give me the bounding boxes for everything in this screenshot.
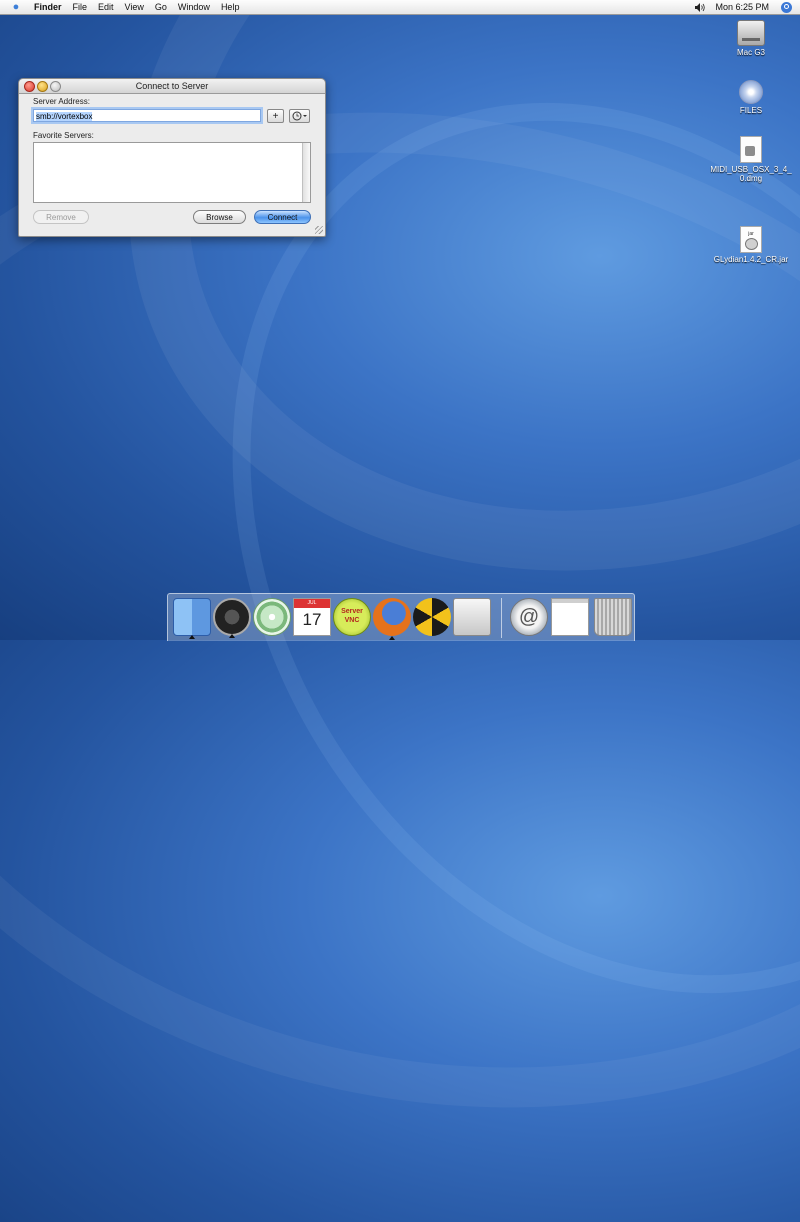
menu-app-name[interactable]: Finder [34,0,62,14]
system-preferences-icon[interactable] [453,598,491,636]
remove-button[interactable]: Remove [33,210,89,224]
radiation-app-icon[interactable] [413,598,451,636]
hard-drive-icon [737,20,765,46]
server-address-label: Server Address: [33,97,90,106]
desktop-icon-mac-g3[interactable]: Mac G3 [706,20,796,57]
desktop-icon-glydian-jar[interactable]: GLydian1.4.2_CR.jar [706,226,796,264]
window-title: Connect to Server [135,81,209,91]
server-address-input[interactable]: smb://vortexbox [33,109,261,122]
cd-icon [739,80,763,104]
running-indicator [389,636,395,640]
menu-edit[interactable]: Edit [98,0,114,14]
dock-separator [501,598,502,638]
favorite-servers-label: Favorite Servers: [33,131,94,140]
ical-icon[interactable]: JUL 17 [293,598,331,636]
browse-button[interactable]: Browse [193,210,246,224]
clock-dropdown-icon [292,111,307,121]
menu-bar: ● Finder File Edit View Go Window Help M… [0,0,800,15]
finder-icon[interactable] [173,598,211,639]
ical-date: 17 [302,610,322,629]
menu-window[interactable]: Window [178,0,210,14]
window-titlebar[interactable]: Connect to Server [19,79,325,94]
server-address-value: smb://vortexbox [36,112,93,121]
trash-icon[interactable] [594,598,632,636]
desktop-icon-label: FILES [739,106,763,115]
jar-file-icon [740,226,762,253]
spotlight-icon[interactable] [781,1,792,13]
minimized-window-icon[interactable] [551,598,589,636]
disk-image-icon [740,136,762,163]
favorites-scrollbar[interactable] [302,143,310,202]
menu-clock[interactable]: Mon 6:25 PM [715,0,769,14]
connect-button[interactable]: Connect [254,210,311,224]
running-indicator [189,635,195,639]
dock: JUL 17 Server VNC @ [167,593,635,641]
desktop-icon-files[interactable]: FILES [706,80,796,115]
desktop-icon-label: GLydian1.4.2_CR.jar [713,255,789,264]
itunes-icon[interactable] [253,598,291,636]
desktop-icon-label: MIDI_USB_OSX_3_4_0.dmg [710,165,792,183]
mail-icon[interactable]: @ [510,598,548,636]
menu-view[interactable]: View [125,0,144,14]
dashboard-icon[interactable] [213,598,251,638]
menu-help[interactable]: Help [221,0,240,14]
firefox-icon[interactable] [373,598,411,640]
vnc-label: Server VNC [341,608,363,624]
menu-file[interactable]: File [73,0,88,14]
apple-menu-icon[interactable]: ● [10,0,22,14]
favorite-servers-list[interactable] [33,142,311,203]
desktop-icon-midi-dmg[interactable]: MIDI_USB_OSX_3_4_0.dmg [706,136,796,183]
vnc-server-icon[interactable]: Server VNC [333,598,371,636]
desktop-icon-label: Mac G3 [736,48,765,57]
ical-month: JUL [307,600,317,606]
menu-go[interactable]: Go [155,0,167,14]
add-favorite-button[interactable]: + [267,109,284,123]
volume-icon[interactable] [695,2,706,12]
recent-servers-button[interactable] [289,109,310,123]
resize-grip-icon[interactable] [315,226,323,234]
connect-to-server-window: Connect to Server Server Address: smb://… [18,78,326,237]
running-indicator [229,634,235,638]
